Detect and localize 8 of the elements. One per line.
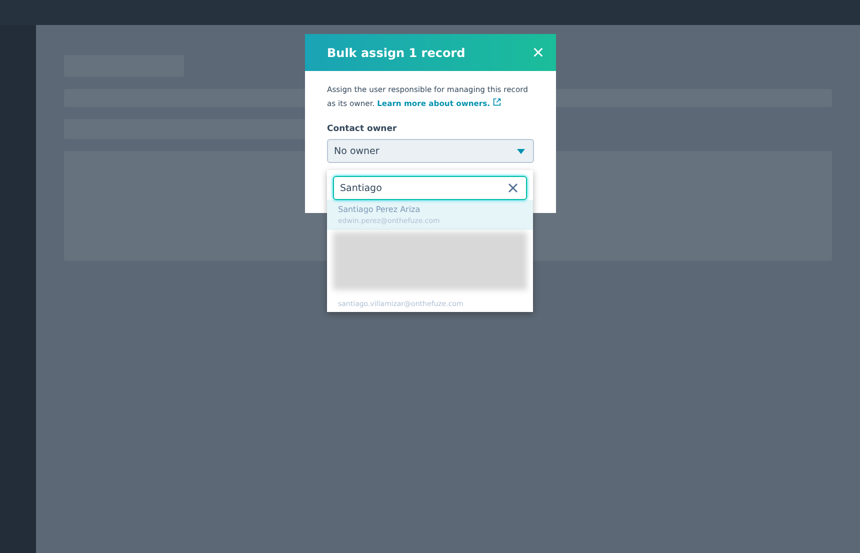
field-label: Contact owner — [327, 124, 398, 134]
owner-select[interactable]: No owner — [327, 139, 534, 163]
close-button[interactable]: × — [532, 42, 544, 62]
clear-icon — [508, 183, 518, 193]
caret-icon — [517, 148, 525, 154]
search-field[interactable]: Santiago — [333, 176, 527, 200]
dialog-title: Bulk assign 1 record — [327, 46, 466, 60]
external-link-icon — [493, 98, 502, 106]
